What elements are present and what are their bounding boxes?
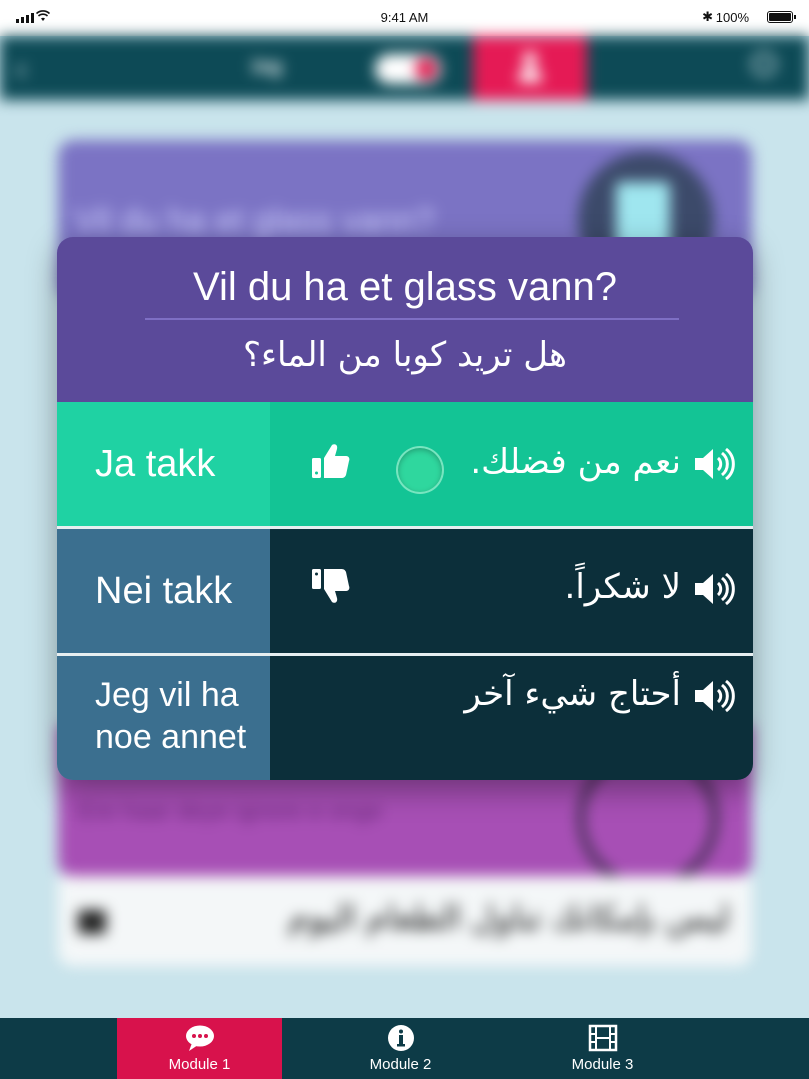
chat-bubble-icon xyxy=(185,1025,214,1051)
bluetooth-icon: ✱ xyxy=(702,9,713,24)
answer-row-other[interactable]: Jeg vil ha noe annet أحتاج شيء آخر xyxy=(57,656,753,780)
question-norwegian: Vil du ha et glass vann? xyxy=(192,265,617,309)
tab-label: Module 2 xyxy=(369,1056,432,1073)
arabic-card[interactable]: ليس بإمكانك تناول الطعام اليوم xyxy=(58,876,752,966)
answer-arabic-text: أحتاج شيء آخر xyxy=(464,674,681,714)
status-bar: 9:41 AM ✱ 100% xyxy=(0,0,809,36)
speaker-icon[interactable] xyxy=(78,910,106,934)
answer-label-norwegian: Nei takk xyxy=(57,529,270,653)
answer-arabic-panel[interactable]: أحتاج شيء آخر xyxy=(270,656,753,780)
film-icon xyxy=(588,1024,617,1052)
tab-label: Module 1 xyxy=(168,1056,231,1073)
search-icon[interactable] xyxy=(752,52,776,76)
battery-icon xyxy=(767,11,796,23)
battery-percent: 100% xyxy=(715,10,749,25)
thumbs-down-icon xyxy=(312,569,350,603)
person-icon[interactable] xyxy=(473,36,587,100)
thumbs-up-icon xyxy=(312,444,350,478)
tab-label: Module 3 xyxy=(571,1056,634,1073)
answer-modal: Vil du ha et glass vann? هل تريد كوبا من… xyxy=(57,237,753,780)
question-arabic: هل تريد كوبا من الماء؟ xyxy=(243,335,567,375)
phrase-card-text: Ere haar deye ignore e onge xyxy=(78,798,383,825)
tab-bar: Module 1 Module 2 Module 3 xyxy=(0,1018,809,1079)
answer-label-norwegian: Ja takk xyxy=(57,402,270,526)
modal-header: Vil du ha et glass vann? هل تريد كوبا من… xyxy=(57,237,753,402)
tab-module-3[interactable]: Module 3 xyxy=(520,1018,685,1079)
answer-arabic-text: نعم من فضلك. xyxy=(470,442,681,482)
info-icon xyxy=(387,1025,414,1051)
arabic-card-text: ليس بإمكانك تناول الطعام اليوم xyxy=(287,899,730,937)
answer-row-no[interactable]: Nei takk لا شكراً. xyxy=(57,529,753,653)
answer-label-line1: Jeg vil ha xyxy=(95,676,239,714)
speaker-icon[interactable] xyxy=(693,446,735,482)
tab-module-2[interactable]: Module 2 xyxy=(318,1018,483,1079)
answer-arabic-text: لا شكراً. xyxy=(564,567,681,607)
speaker-icon[interactable] xyxy=(693,571,735,607)
question-card-text: Vil du ha et glass vann? xyxy=(74,202,435,240)
toggle-switch[interactable] xyxy=(375,54,441,84)
answer-arabic-panel[interactable]: لا شكراً. xyxy=(270,529,753,653)
speaker-icon[interactable] xyxy=(693,678,735,714)
divider xyxy=(145,318,679,320)
tap-indicator xyxy=(396,446,444,494)
answer-label-norwegian: Jeg vil ha noe annet xyxy=(57,656,270,780)
status-time: 9:41 AM xyxy=(380,10,429,25)
answer-arabic-panel[interactable]: نعم من فضلك. xyxy=(270,402,753,526)
back-icon[interactable]: ‹ xyxy=(16,50,27,87)
answer-row-yes[interactable]: Ja takk نعم من فضلك. xyxy=(57,402,753,526)
answer-label-line2: noe annet xyxy=(95,718,247,756)
top-bar: ‹ ing xyxy=(0,36,809,100)
tab-module-1[interactable]: Module 1 xyxy=(117,1018,282,1079)
language-label[interactable]: ing xyxy=(252,56,282,79)
